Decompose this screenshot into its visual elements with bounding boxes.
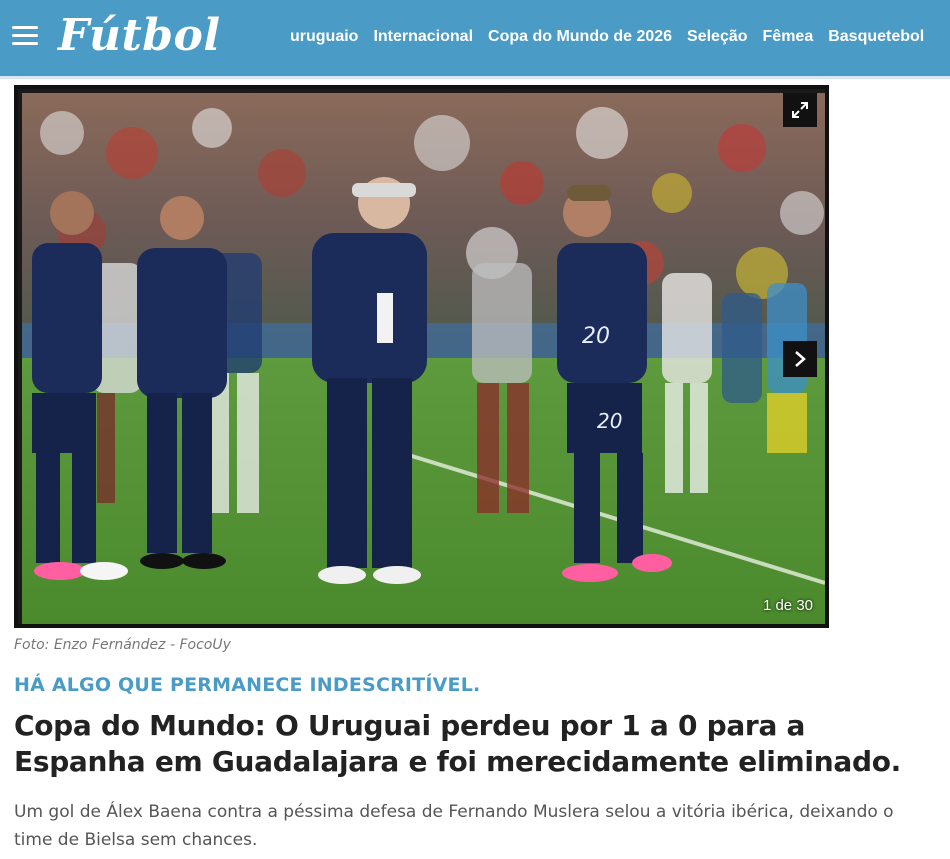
gallery-photo[interactable]: 20 20 [22, 93, 825, 624]
article-kicker: HÁ ALGO QUE PERMANECE INDESCRITÍVEL. [14, 674, 481, 696]
nav-item-basquetebol[interactable]: Basquetebol [828, 28, 924, 46]
article-headline: Copa do Mundo: O Uruguai perdeu por 1 a … [14, 709, 901, 778]
chevron-right-icon[interactable] [783, 341, 817, 377]
svg-text:20: 20 [582, 324, 610, 349]
expand-icon[interactable] [783, 93, 817, 127]
header-divider [0, 76, 950, 79]
nav-item-uruguaio[interactable]: uruguaio [290, 28, 358, 46]
photo-gallery: 20 20 1 de 30 [14, 85, 829, 628]
hamburger-menu-icon[interactable] [12, 26, 38, 46]
nav-item-selecao[interactable]: Seleção [687, 28, 747, 46]
nav-item-copa-do-mundo[interactable]: Copa do Mundo de 2026 [488, 28, 672, 46]
nav-item-internacional[interactable]: Internacional [373, 28, 473, 46]
site-header: Fútbol uruguaio Internacional Copa do Mu… [0, 0, 950, 76]
main-nav: uruguaio Internacional Copa do Mundo de … [290, 28, 939, 46]
svg-text:20: 20 [597, 409, 622, 433]
site-logo[interactable]: Fútbol [58, 6, 221, 66]
photo-credit: Foto: Enzo Fernández - FocoUy [14, 637, 231, 653]
article-lede: Um gol de Álex Baena contra a péssima de… [14, 802, 894, 850]
nav-item-femea[interactable]: Fêmea [763, 28, 814, 46]
gallery-counter: 1 de 30 [762, 597, 813, 614]
